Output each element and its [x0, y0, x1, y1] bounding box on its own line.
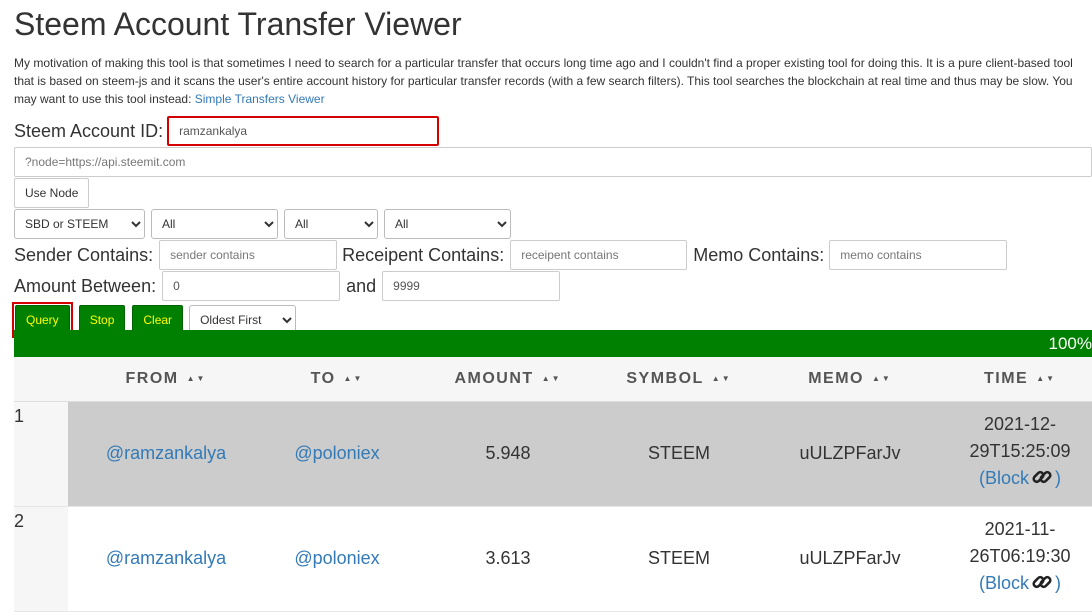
- chain-link-icon[interactable]: [1031, 571, 1053, 601]
- from-account-link[interactable]: @ramzankalya: [106, 443, 226, 463]
- time-date: 2021-12-: [983, 414, 1057, 434]
- amount-header-label: AMOUNT: [454, 369, 534, 387]
- intro-text: My motivation of making this tool is tha…: [14, 56, 1073, 106]
- to-header-label: TO: [310, 369, 336, 387]
- amount-max-input[interactable]: [382, 271, 561, 301]
- time-clock: 26T06:19:30: [969, 546, 1071, 566]
- symbol-cell: STEEM: [606, 506, 752, 612]
- use-node-row: Use Node: [14, 178, 1092, 208]
- from-cell: @ramzankalya: [68, 506, 264, 612]
- memo-header[interactable]: MEMO ▲▼: [752, 357, 948, 402]
- from-header-label: FROM: [125, 369, 179, 387]
- to-cell: @poloniex: [264, 506, 410, 612]
- block-close: ): [1055, 468, 1061, 488]
- and-label: and: [346, 275, 377, 296]
- filter-selects-row: SBD or STEEM All All All: [14, 209, 1092, 239]
- results-table: FROM ▲▼ TO ▲▼ AMOUNT ▲▼ SYMBOL ▲▼ MEMO ▲▼ TIM…: [14, 357, 1092, 612]
- node-row: [14, 146, 1092, 177]
- receipent-label: Receipent Contains:: [342, 244, 505, 265]
- row-index: 1: [14, 401, 68, 507]
- row-index: 2: [14, 506, 68, 612]
- to-cell: @poloniex: [264, 401, 410, 507]
- account-row: Steem Account ID:: [14, 116, 1092, 146]
- time-cell: 2021-11- 26T06:19:30 (Block): [948, 506, 1092, 612]
- filter-select-3[interactable]: All: [384, 209, 511, 239]
- page-title: Steem Account Transfer Viewer: [14, 6, 462, 42]
- memo-header-label: MEMO: [808, 369, 864, 387]
- filter-select-1[interactable]: All: [151, 209, 278, 239]
- use-node-button[interactable]: Use Node: [14, 178, 90, 208]
- to-account-link[interactable]: @poloniex: [294, 548, 379, 568]
- time-date: 2021-11-: [984, 519, 1056, 539]
- amount-header[interactable]: AMOUNT ▲▼: [410, 357, 606, 402]
- amount-label: Amount Between:: [14, 275, 157, 296]
- symbol-header-label: SYMBOL: [626, 369, 704, 387]
- sender-contains-input[interactable]: [159, 240, 338, 270]
- from-account-link[interactable]: @ramzankalya: [106, 548, 226, 568]
- node-input[interactable]: [14, 147, 1092, 177]
- progress-bar: 100%: [14, 330, 1092, 357]
- sort-icon: ▲▼: [343, 373, 364, 383]
- amount-cell: 3.613: [410, 506, 606, 612]
- index-header: [14, 357, 68, 402]
- table-row: 1 @ramzankalya @poloniex 5.948 STEEM uUL…: [14, 401, 1092, 507]
- account-label: Steem Account ID:: [14, 120, 164, 141]
- sort-icon: ▲▼: [186, 373, 207, 383]
- to-header[interactable]: TO ▲▼: [264, 357, 410, 402]
- intro-paragraph: My motivation of making this tool is tha…: [14, 54, 1086, 108]
- sort-icon: ▲▼: [711, 373, 732, 383]
- block-close: ): [1055, 573, 1061, 593]
- simple-transfers-viewer-link[interactable]: Simple Transfers Viewer: [195, 92, 325, 106]
- amount-row: Amount Between: and: [14, 271, 1092, 301]
- symbol-header[interactable]: SYMBOL ▲▼: [606, 357, 752, 402]
- progress-label: 100%: [1048, 334, 1092, 353]
- receipent-contains-input[interactable]: [510, 240, 688, 270]
- amount-cell: 5.948: [410, 401, 606, 507]
- from-header[interactable]: FROM ▲▼: [68, 357, 264, 402]
- page-container: Steem Account Transfer Viewer My motivat…: [0, 0, 1092, 338]
- time-header[interactable]: TIME ▲▼: [948, 357, 1092, 402]
- memo-contains-input[interactable]: [829, 240, 1008, 270]
- sort-icon: ▲▼: [871, 373, 892, 383]
- contains-row: Sender Contains: Receipent Contains: Mem…: [14, 240, 1092, 270]
- block-link[interactable]: (Block): [949, 465, 1091, 496]
- block-open: (Block: [978, 573, 1029, 593]
- memo-label: Memo Contains:: [693, 244, 825, 265]
- table-header-row: FROM ▲▼ TO ▲▼ AMOUNT ▲▼ SYMBOL ▲▼ MEMO ▲▼ TIM…: [14, 357, 1092, 402]
- filter-select-2[interactable]: All: [284, 209, 378, 239]
- time-cell: 2021-12- 29T15:25:09 (Block): [948, 401, 1092, 507]
- sender-label: Sender Contains:: [14, 244, 154, 265]
- currency-select[interactable]: SBD or STEEM: [14, 209, 145, 239]
- sort-icon: ▲▼: [1036, 373, 1057, 383]
- amount-min-input[interactable]: [162, 271, 341, 301]
- memo-cell: uULZPFarJv: [752, 506, 948, 612]
- to-account-link[interactable]: @poloniex: [294, 443, 379, 463]
- time-clock: 29T15:25:09: [969, 441, 1071, 461]
- chain-link-icon[interactable]: [1031, 466, 1053, 496]
- table-row: 2 @ramzankalya @poloniex 3.613 STEEM uUL…: [14, 506, 1092, 612]
- block-open: (Block: [978, 468, 1029, 488]
- account-id-input[interactable]: [167, 116, 440, 146]
- block-link[interactable]: (Block): [949, 570, 1091, 601]
- symbol-cell: STEEM: [606, 401, 752, 507]
- time-header-label: TIME: [983, 369, 1029, 387]
- sort-icon: ▲▼: [541, 373, 562, 383]
- memo-cell: uULZPFarJv: [752, 401, 948, 507]
- from-cell: @ramzankalya: [68, 401, 264, 507]
